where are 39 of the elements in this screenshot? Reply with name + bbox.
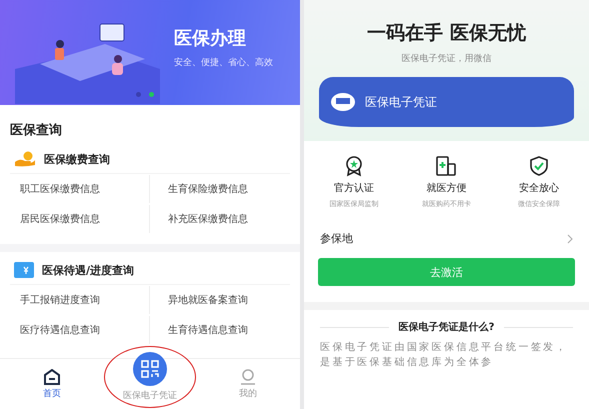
section-title: 医保查询 <box>9 122 63 140</box>
ticket-icon <box>14 262 34 278</box>
logo-icon <box>331 93 355 111</box>
group-title: 医保待遇/进度查询 <box>42 262 134 278</box>
profile-icon <box>239 368 257 384</box>
feature-title: 就医方便 <box>426 182 466 195</box>
chevron-right-icon <box>567 234 573 244</box>
query-link[interactable]: 居民医保缴费信息 <box>10 205 150 233</box>
banner-subtitle: 安全、便捷、省心、高效 <box>174 56 273 69</box>
tab-label: 我的 <box>239 388 257 400</box>
feature-title: 官方认证 <box>334 182 374 195</box>
query-link[interactable]: 职工医保缴费信息 <box>10 175 150 203</box>
faq-heading: 医保电子凭证是什么? <box>398 320 494 334</box>
query-link[interactable]: 生育保险缴费信息 <box>150 175 290 203</box>
home-icon <box>43 368 61 384</box>
faq-paragraph: 医保电子凭证由国家医保信息平台统一签发，是基于医保基础信息库为全体参 <box>319 340 569 370</box>
subheadline: 医保电子凭证，用微信 <box>402 52 492 65</box>
group-title: 医保缴费查询 <box>44 152 110 166</box>
banner-title: 医保办理 <box>174 27 247 50</box>
feature-title: 安全放心 <box>518 182 559 195</box>
tab-label: 首页 <box>43 388 61 400</box>
coin-hand-icon <box>14 151 36 167</box>
insured-place-row[interactable]: 参保地 <box>304 219 589 258</box>
tab-item[interactable]: 首页 <box>0 368 104 400</box>
medical-building-icon <box>435 155 458 177</box>
query-link[interactable]: 异地就医备案查询 <box>150 286 290 314</box>
query-link[interactable]: 医疗待遇信息查询 <box>10 316 150 344</box>
shield-check-icon <box>528 155 550 177</box>
headline: 一码在手 医保无忧 <box>367 21 526 46</box>
query-link[interactable]: 手工报销进度查询 <box>10 286 150 314</box>
carousel-dot[interactable] <box>149 92 154 97</box>
qr-button[interactable] <box>133 352 167 386</box>
qr-code-icon <box>141 360 159 378</box>
query-link[interactable]: 补充医保缴费信息 <box>150 205 290 233</box>
query-link[interactable]: 生育待遇信息查询 <box>150 316 290 344</box>
card-title: 医保电子凭证 <box>365 94 437 110</box>
carousel-dot[interactable] <box>136 92 141 97</box>
credential-card[interactable]: 医保电子凭证 <box>319 77 574 127</box>
tab-label: 医保电子凭证 <box>123 390 177 402</box>
